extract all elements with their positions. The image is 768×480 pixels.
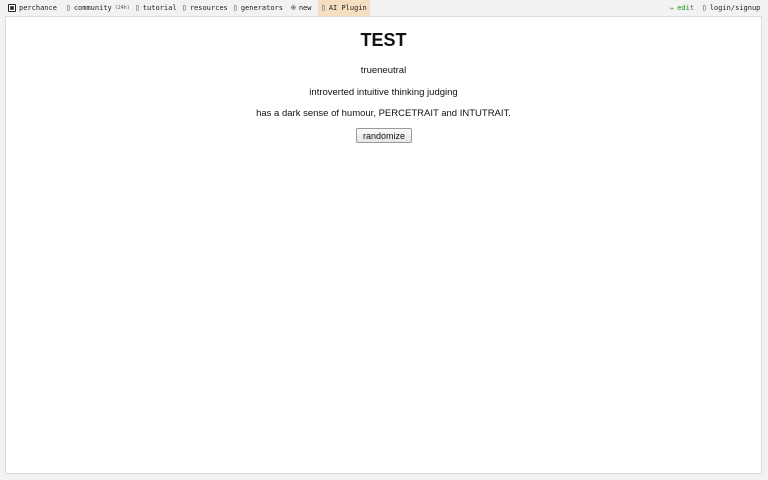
nav-brand-label: perchance xyxy=(19,4,57,12)
chat-icon: ▯ xyxy=(66,3,71,12)
nav-ai-plugin-link[interactable]: ▯ AI Plugin xyxy=(318,0,370,16)
nav-ai-plugin-label: AI Plugin xyxy=(328,4,367,12)
output-line-traits: has a dark sense of humour, PERCETRAIT a… xyxy=(256,108,511,119)
pencil-icon: ✏ xyxy=(670,4,675,12)
nav-generators-label: generators xyxy=(240,4,283,12)
nav-new-link[interactable]: ⊕ new xyxy=(291,0,311,16)
user-icon: ▯ xyxy=(702,3,707,12)
nav-brand-link[interactable]: perchance xyxy=(8,0,57,16)
nav-community-label: community xyxy=(73,4,112,12)
community-badge: (24h) xyxy=(114,5,130,11)
nav-tutorial-link[interactable]: ▯ tutorial xyxy=(135,0,177,16)
randomize-button[interactable]: randomize xyxy=(356,128,412,143)
nav-edit-link[interactable]: ✏ edit xyxy=(670,0,694,16)
nav-generators-link[interactable]: ▯ generators xyxy=(233,0,283,16)
nav-login-label: login/signup xyxy=(709,4,761,12)
output-line-personality: introverted intuitive thinking judging xyxy=(309,87,458,98)
list-icon: ▯ xyxy=(233,3,238,12)
nav-edit-label: edit xyxy=(677,4,695,12)
book-icon: ▯ xyxy=(135,3,140,12)
nav-login-link[interactable]: ▯ login/signup xyxy=(702,0,760,16)
nav-resources-link[interactable]: ▯ resources xyxy=(182,0,228,16)
nav-resources-label: resources xyxy=(189,4,228,12)
plus-circle-icon: ⊕ xyxy=(291,3,296,12)
output-line-alignment: trueneutral xyxy=(360,65,407,76)
generator-output-frame: TEST trueneutral introverted intuitive t… xyxy=(5,16,762,474)
top-nav-bar: perchance ▯ community (24h) ▯ tutorial ▯… xyxy=(0,0,768,16)
nav-community-link[interactable]: ▯ community (24h) xyxy=(66,0,130,16)
page-title: TEST xyxy=(360,30,407,50)
plugin-icon: ▯ xyxy=(321,3,326,12)
nav-new-label: new xyxy=(298,4,312,12)
dice-icon xyxy=(8,4,16,12)
nav-tutorial-label: tutorial xyxy=(142,4,177,12)
box-icon: ▯ xyxy=(182,3,187,12)
